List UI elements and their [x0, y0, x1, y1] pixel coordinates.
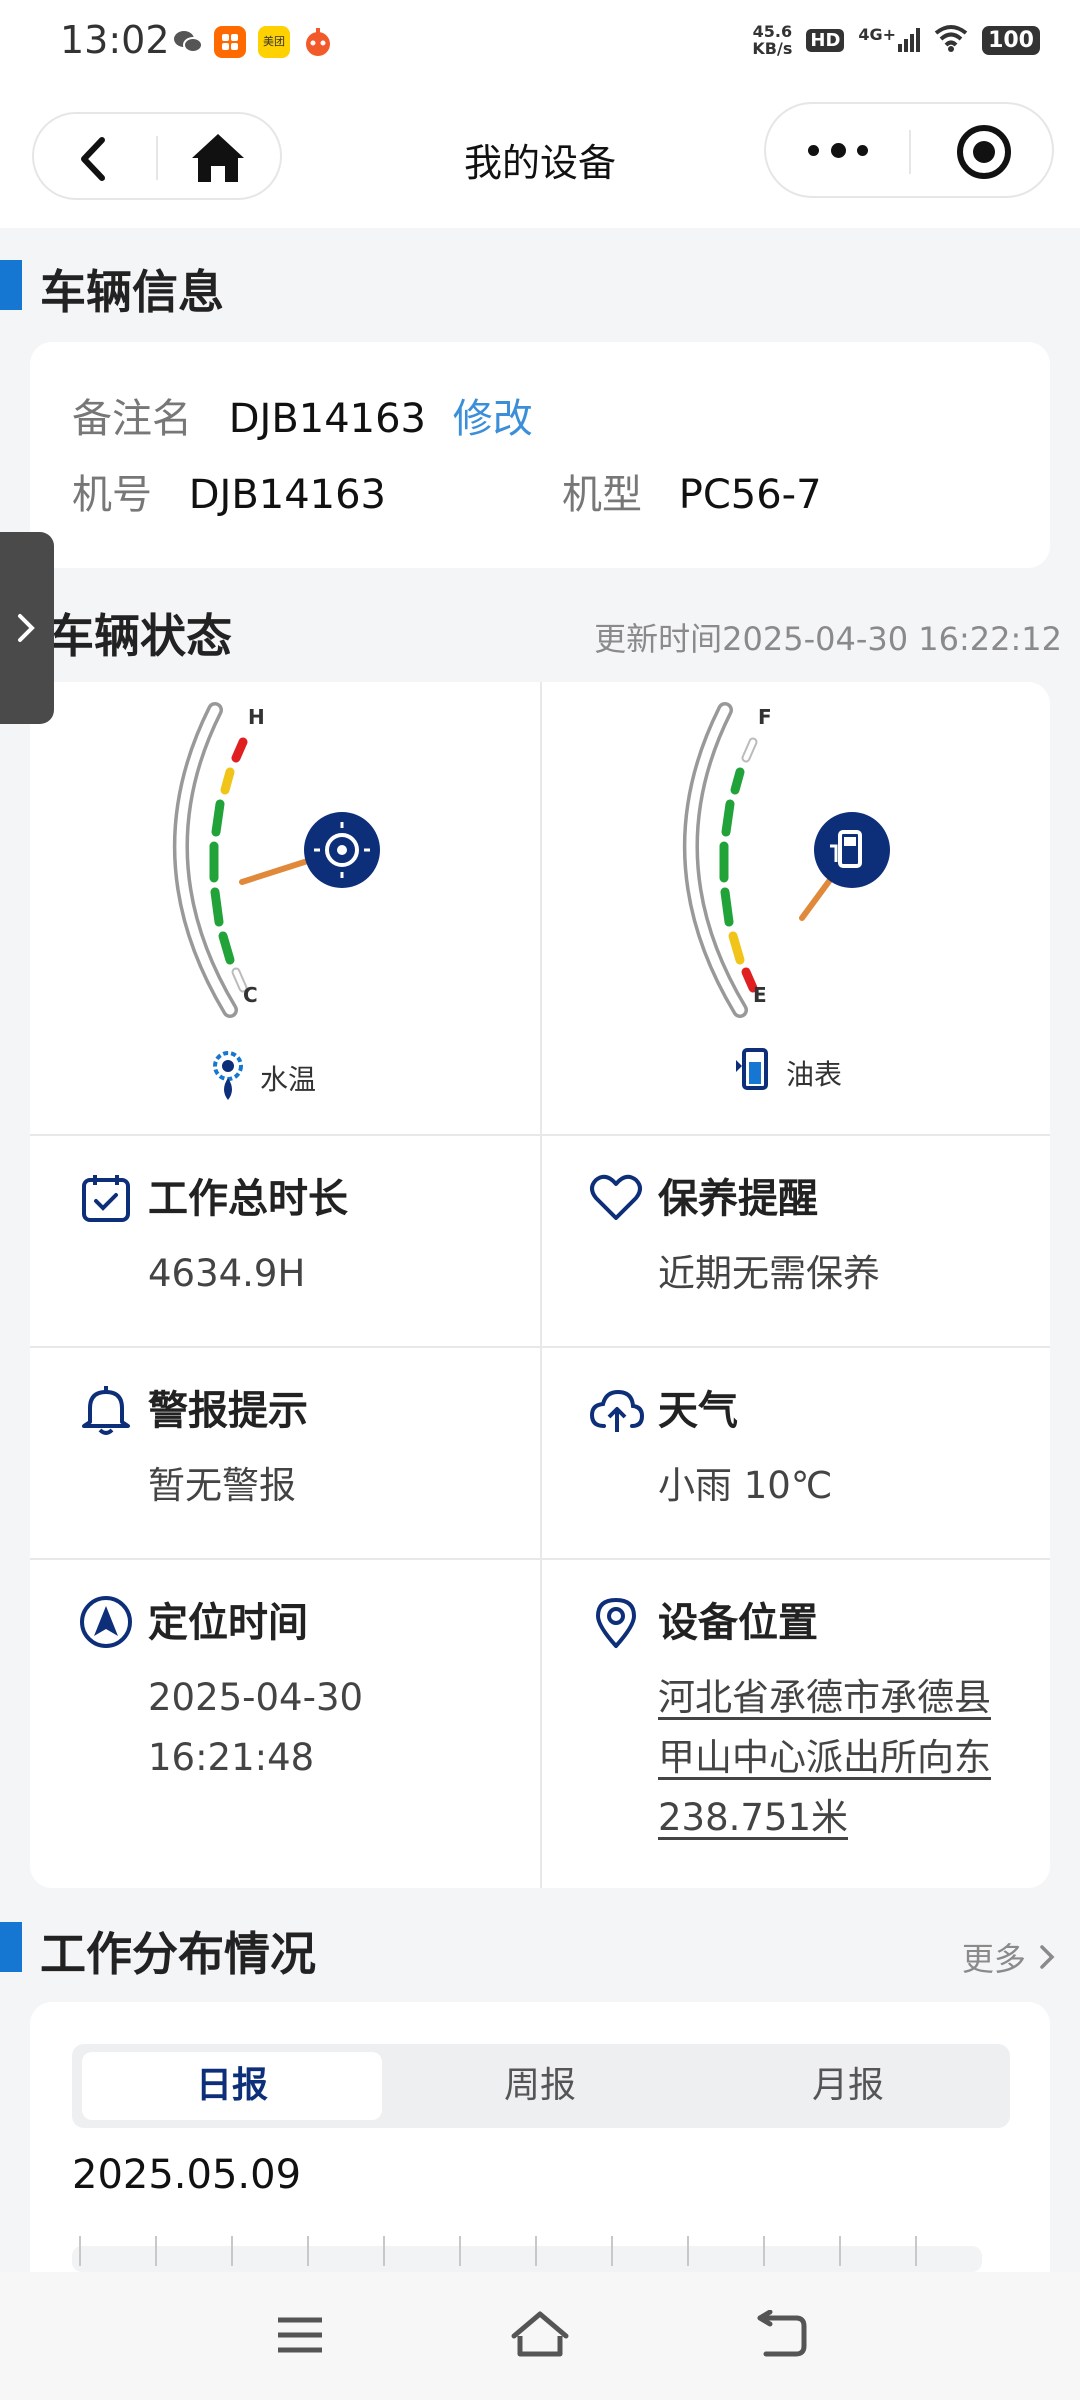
vehicle-status-grid: H C 水温 F E 油表 工作总时长 4634.9H 保养提醒 近期无需保养 …	[30, 682, 1050, 1888]
wechat-icon	[172, 26, 204, 58]
battery-icon: 100	[982, 25, 1040, 55]
signal-icon: 4G+	[858, 25, 921, 52]
system-nav-bar	[0, 2272, 1080, 2400]
model-row: 机型 PC56-7	[562, 462, 822, 520]
alarm-cell: 警报提示 暂无警报	[30, 1346, 540, 1558]
speed-unit: KB/s	[752, 39, 793, 58]
water-temp-label: 水温	[206, 1044, 316, 1111]
locate-time-value: 16:21:48	[148, 1736, 315, 1779]
locate-time-cell: 定位时间 2025-04-30 16:21:48	[30, 1558, 540, 1888]
alarm-value: 暂无警报	[148, 1464, 296, 1507]
section-title: 工作分布情况	[40, 1927, 316, 1981]
chart-axis-partial	[72, 2236, 982, 2272]
chevron-right-icon	[1036, 1941, 1058, 1981]
weather-value: 小雨 10℃	[658, 1464, 833, 1507]
water-temp-icon	[206, 1044, 250, 1111]
work-distribution-heading: 工作分布情况 更多	[0, 1914, 1080, 1981]
alarm-title: 警报提示	[148, 1388, 308, 1434]
calendar-check-icon	[78, 1170, 134, 1226]
model-label: 机型	[562, 472, 642, 518]
gauge-empty-mark: E	[753, 983, 767, 1007]
water-temp-segments	[209, 737, 248, 993]
remark-value: DJB14163	[228, 396, 427, 442]
tab-weekly[interactable]: 周报	[390, 2052, 690, 2120]
navigation-arrow-icon	[78, 1594, 134, 1650]
speed-value: 45.6	[752, 22, 793, 41]
model-value: PC56-7	[678, 472, 822, 518]
report-tabs: 日报 周报 月报	[72, 2044, 1010, 2128]
work-hours-title: 工作总时长	[148, 1176, 348, 1222]
network-type: 4G+	[858, 25, 897, 44]
fuel-gauge: F E 油表	[540, 682, 1050, 1134]
vehicle-info-card: 备注名 DJB14163 修改 机号 DJB14163 机型 PC56-7	[30, 342, 1050, 568]
remark-row: 备注名 DJB14163 修改	[72, 386, 533, 444]
home-nav-icon[interactable]	[510, 2308, 570, 2364]
mini-program-capsule	[764, 102, 1054, 198]
taobao-icon	[214, 26, 246, 58]
bell-icon	[78, 1382, 134, 1438]
more-dots-icon[interactable]	[808, 130, 868, 170]
more-link-label: 更多	[961, 1940, 1026, 1978]
location-line-3[interactable]: 238.751米	[658, 1788, 848, 1848]
section-accent-bar	[0, 260, 22, 310]
title-bar: 我的设备	[0, 80, 1080, 228]
vehicle-info-heading: 车辆信息	[0, 252, 1080, 319]
remark-label: 备注名	[72, 396, 192, 442]
back-nav-icon[interactable]	[752, 2309, 808, 2364]
chevron-right-icon	[14, 612, 38, 648]
gauge-high-mark: H	[248, 705, 265, 729]
locate-time-title: 定位时间	[148, 1600, 308, 1646]
maintenance-value: 近期无需保养	[658, 1252, 880, 1295]
vehicle-status-heading: 车辆状态 更新时间2025-04-30 16:22:12	[0, 596, 1080, 663]
location-cell: 设备位置 河北省承德市承德县 甲山中心派出所向东 238.751米	[540, 1558, 1050, 1888]
status-bar: 13:02 美团 45.6 KB/s HD 4G+ 100	[0, 0, 1080, 80]
cloud-upload-icon	[588, 1382, 645, 1438]
tab-daily[interactable]: 日报	[82, 2052, 382, 2120]
fuel-icon	[732, 1044, 776, 1101]
status-indicators: 45.6 KB/s HD 4G+ 100	[752, 20, 1040, 60]
edit-link[interactable]: 修改	[453, 396, 533, 442]
section-title: 车辆状态	[48, 609, 232, 663]
machine-no-label: 机号	[72, 472, 152, 518]
fuel-label: 油表	[732, 1044, 842, 1101]
water-temp-gauge: H C 水温	[30, 682, 540, 1134]
work-hours-cell: 工作总时长 4634.9H	[30, 1134, 540, 1346]
weather-cell: 天气 小雨 10℃	[540, 1346, 1050, 1558]
map-pin-icon	[588, 1594, 644, 1650]
tab-monthly[interactable]: 月报	[698, 2052, 998, 2120]
target-circle-icon[interactable]	[956, 124, 1012, 180]
location-title: 设备位置	[658, 1600, 818, 1646]
network-speed: 45.6 KB/s	[752, 23, 792, 57]
section-title: 车辆信息	[40, 265, 224, 319]
machine-no-value: DJB14163	[188, 472, 387, 518]
update-time: 更新时间2025-04-30 16:22:12	[594, 620, 1062, 658]
gauge-full-mark: F	[758, 705, 772, 729]
locate-date-value: 2025-04-30	[148, 1676, 364, 1719]
menu-icon[interactable]	[274, 2312, 326, 2362]
game-icon	[302, 26, 334, 58]
maintenance-title: 保养提醒	[658, 1176, 818, 1222]
more-link[interactable]: 更多	[962, 1934, 1058, 1981]
location-line-1[interactable]: 河北省承德市承德县	[658, 1668, 991, 1728]
fuel-text: 油表	[786, 1057, 843, 1091]
water-temp-text: 水温	[260, 1062, 317, 1096]
capsule-divider	[909, 130, 911, 174]
heart-icon	[588, 1170, 644, 1226]
machine-no-row: 机号 DJB14163	[72, 462, 386, 520]
meituan-icon: 美团	[258, 26, 290, 58]
section-accent-bar	[0, 1922, 22, 1972]
fuel-segments	[719, 737, 758, 993]
weather-title: 天气	[658, 1388, 738, 1434]
side-drawer-tab[interactable]	[0, 532, 54, 724]
report-date: 2025.05.09	[72, 2152, 302, 2198]
wifi-icon	[934, 24, 968, 56]
location-line-2[interactable]: 甲山中心派出所向东	[658, 1728, 991, 1788]
work-hours-value: 4634.9H	[148, 1252, 306, 1295]
maintenance-cell: 保养提醒 近期无需保养	[540, 1134, 1050, 1346]
gauge-low-mark: C	[243, 983, 258, 1007]
clock: 13:02	[60, 18, 170, 62]
hd-badge: HD	[806, 28, 845, 52]
